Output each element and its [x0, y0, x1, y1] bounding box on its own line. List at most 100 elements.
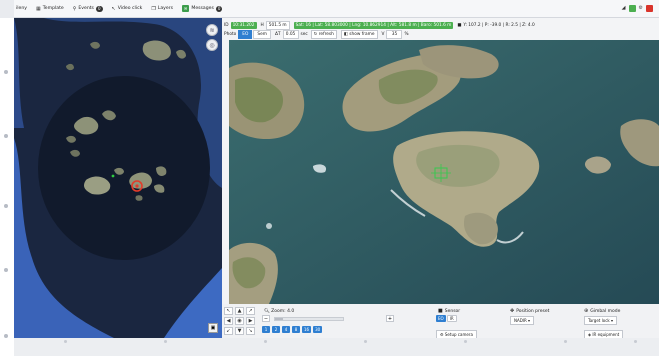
events-menu[interactable]: ⚲ Events 0 [72, 5, 103, 12]
sensor-eo-button[interactable]: EO [436, 315, 446, 322]
video-panel: ID 10:31.202 H 501.5 m Sat: 16 | Lat: 58… [222, 18, 659, 339]
message-icon: ✉ [182, 5, 190, 12]
rail-dot [4, 70, 8, 74]
zoom-slider[interactable] [274, 316, 344, 321]
grid-icon: ▦ [36, 5, 41, 12]
pan-down-left-icon[interactable]: ↙ [224, 327, 233, 335]
rail-dot [4, 134, 8, 138]
show-frame-button[interactable]: ◧ show frame [340, 30, 378, 39]
template-menu[interactable]: ▦ Template [36, 6, 64, 12]
sensor-title: ■ Sensor [438, 308, 461, 314]
left-rail [0, 18, 14, 356]
map-imagery [14, 18, 222, 338]
events-badge: 0 [95, 5, 103, 12]
sec-label: sec [300, 32, 308, 37]
strip-dot [264, 340, 267, 343]
hfrom-label: H [260, 22, 264, 28]
refresh-icon: ↻ [313, 32, 318, 37]
app-window: { "toolbar": { "menu_label": "ileny", "t… [0, 0, 659, 356]
direction-pad: ↖ ▲ ↗ ◀ ◉ ▶ ↙ ▼ ↘ [224, 307, 255, 335]
strip-dot [164, 340, 167, 343]
layers-menu[interactable]: ❐ Layers [151, 6, 173, 12]
map-fullscreen-icon[interactable]: ▣ [208, 323, 218, 333]
camera-icon: ■ [457, 22, 462, 28]
strip-dot [464, 340, 467, 343]
frame-icon: ◧ [343, 32, 348, 37]
hfrom-value: 501.5 m [265, 20, 290, 30]
zoom-row: − + [262, 315, 394, 322]
zoom-preset-button[interactable]: 16 [302, 326, 312, 333]
delta-input[interactable]: 0.05 [282, 30, 299, 39]
gps-status: Sat: 16 | Lat: 58.803000 | Lng: 10.86291… [293, 21, 454, 29]
zoom-preset-button[interactable]: 30 [313, 326, 323, 333]
messages-menu[interactable]: ✉ Messages 0 [182, 5, 223, 12]
status-green-icon[interactable] [628, 5, 636, 12]
map-layers-icon[interactable]: ≋ [206, 24, 218, 36]
cursor-icon: ↖ [111, 5, 116, 12]
camera-controls: ↖ ▲ ↗ ◀ ◉ ▶ ↙ ▼ ↘ 🔍︎ Zoom: 4.0 − + 1 2 4 [222, 304, 659, 339]
zoom-out-button[interactable]: − [262, 315, 270, 322]
video-click-menu[interactable]: ↖ Video click [112, 6, 143, 12]
rail-dot [4, 204, 8, 208]
refresh-button[interactable]: ↻ refresh [310, 30, 337, 39]
aerial-image [229, 40, 659, 304]
pan-down-right-icon[interactable]: ↘ [246, 327, 255, 335]
toolbar-status-icons: ◢ ⚙ [622, 5, 653, 12]
camera-icon: ■ [438, 308, 443, 314]
pan-up-left-icon[interactable]: ↖ [224, 307, 233, 315]
attitude-readout: Y: 107.2 | P: -39.0 | R: 2.5 | Z: 4.0 [463, 22, 535, 28]
id-value: 10:31.202 [230, 21, 257, 29]
settings-icon[interactable]: ⚙ [639, 5, 643, 12]
flame-icon: ◈ [588, 332, 592, 337]
position-preset-select[interactable]: NADIR ▾ [510, 316, 535, 325]
pin-icon: ⚲ [72, 5, 77, 12]
zoom-preset-button[interactable]: 2 [272, 326, 280, 333]
status-red-icon[interactable] [646, 5, 653, 12]
strip-dot [564, 340, 567, 343]
mode-sem-button[interactable]: Sem [253, 30, 271, 39]
telemetry-row: ID 10:31.202 H 501.5 m Sat: 16 | Lat: 58… [224, 20, 659, 30]
zoom-icon: 🔍︎ [264, 309, 270, 314]
id-label: ID [224, 22, 229, 28]
rail-dot [4, 268, 8, 272]
rail-dot [4, 334, 8, 338]
gimbal-icon: ⊕ [584, 308, 589, 314]
zoom-in-button[interactable]: + [386, 315, 394, 322]
sensor-toggle: EO IR [436, 315, 457, 322]
gimbal-mode-select[interactable]: Target lock ▾ [584, 316, 618, 325]
sensor-ir-button[interactable]: IR [446, 315, 457, 322]
gimbal-mode-title: ⊕ Gimbal mode [584, 308, 621, 314]
strip-dot [64, 340, 67, 343]
zoom-preset-button[interactable]: 1 [262, 326, 270, 333]
strip-dot [634, 340, 637, 343]
wrench-icon: ⚙ [440, 332, 444, 337]
zoom-presets: 1 2 4 8 16 30 [262, 326, 323, 333]
vgimbal-input[interactable]: 35 [386, 30, 403, 39]
zoom-slider-fill [275, 317, 284, 320]
messages-badge: 0 [215, 5, 223, 12]
menu-button[interactable]: ileny [16, 6, 27, 11]
percent-label: % [404, 32, 409, 37]
pan-right-icon[interactable]: ▶ [246, 317, 255, 325]
pan-up-icon[interactable]: ▲ [235, 307, 244, 315]
signal-icon[interactable]: ◢ [622, 5, 626, 12]
zoom-preset-button[interactable]: 4 [282, 326, 290, 333]
vgimbal-label: V [381, 32, 385, 37]
zoom-label: 🔍︎ Zoom: 4.0 [264, 309, 295, 314]
strip-dot [364, 340, 367, 343]
pan-up-right-icon[interactable]: ↗ [246, 307, 255, 315]
pan-down-icon[interactable]: ▼ [235, 327, 244, 335]
center-icon[interactable]: ◉ [235, 317, 244, 325]
video-feed[interactable] [229, 40, 659, 304]
zoom-preset-button[interactable]: 8 [292, 326, 300, 333]
crosshair-icon: ✥ [510, 308, 515, 314]
layers-icon: ❐ [151, 5, 156, 12]
mode-eo-button[interactable]: EO [238, 30, 253, 39]
mode-label: Photo [224, 32, 237, 37]
top-toolbar: ileny ▦ Template ⚲ Events 0 ↖ Video click ❐ L… [14, 0, 659, 18]
map-globe-icon[interactable]: ◎ [206, 39, 218, 51]
bottom-strip [14, 338, 659, 356]
delta-label: ΔT [274, 32, 281, 37]
pan-left-icon[interactable]: ◀ [224, 317, 233, 325]
satellite-map[interactable]: ≋ ◎ ▣ [14, 18, 222, 338]
